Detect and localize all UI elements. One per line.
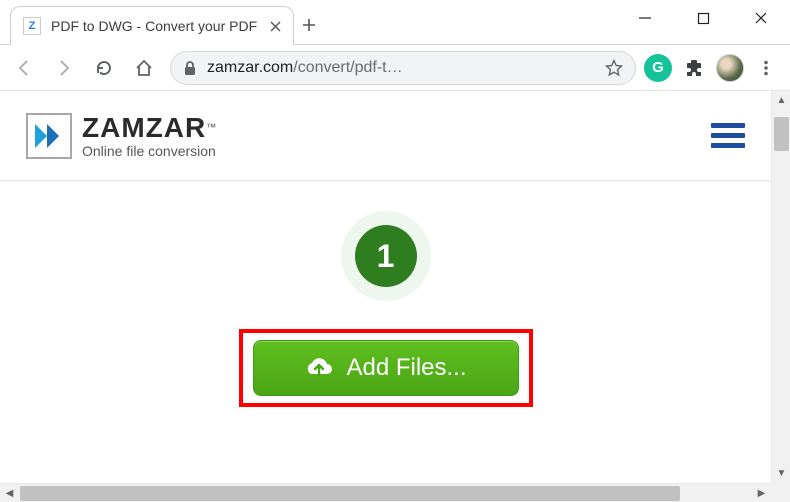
menu-kebab-icon[interactable] <box>748 50 784 86</box>
titlebar: Z PDF to DWG - Convert your PDF <box>0 0 790 45</box>
window-controls <box>616 0 790 44</box>
site-logo[interactable]: ZAMZAR™ Online file conversion <box>26 113 216 159</box>
tab-title: PDF to DWG - Convert your PDF <box>51 18 257 34</box>
home-button[interactable] <box>126 50 162 86</box>
hamburger-menu-icon[interactable] <box>711 118 745 153</box>
scroll-left-arrow-icon[interactable]: ◀ <box>0 484 19 502</box>
bookmark-star-icon[interactable] <box>605 59 623 77</box>
add-files-button[interactable]: Add Files... <box>253 340 519 396</box>
browser-tab[interactable]: Z PDF to DWG - Convert your PDF <box>10 6 294 45</box>
address-bar: zamzar.com/convert/pdf-t… G <box>0 45 790 91</box>
extension-grammarly-icon[interactable]: G <box>644 54 672 82</box>
logo-text: ZAMZAR <box>82 112 206 143</box>
step-area: 1 Add Files... <box>0 181 771 407</box>
page-content: ZAMZAR™ Online file conversion 1 <box>0 91 771 483</box>
favicon: Z <box>23 17 41 35</box>
viewport: ZAMZAR™ Online file conversion 1 <box>0 91 790 502</box>
logo-mark-icon <box>26 113 72 159</box>
logo-subtitle: Online file conversion <box>82 144 216 158</box>
lock-icon <box>183 60 197 76</box>
new-tab-button[interactable] <box>294 6 324 44</box>
highlight-annotation: Add Files... <box>239 329 533 407</box>
url-text: zamzar.com/convert/pdf-t… <box>207 59 403 77</box>
horizontal-scrollbar[interactable]: ◀ ▶ <box>0 483 771 502</box>
scroll-corner <box>771 483 790 502</box>
profile-avatar[interactable] <box>716 54 744 82</box>
vertical-scroll-thumb[interactable] <box>774 117 789 151</box>
scroll-right-arrow-icon[interactable]: ▶ <box>752 484 771 502</box>
logo-tm: ™ <box>206 122 216 133</box>
scroll-up-arrow-icon[interactable]: ▲ <box>772 91 790 110</box>
site-header: ZAMZAR™ Online file conversion <box>0 91 771 181</box>
close-window-button[interactable] <box>732 0 790 36</box>
upload-cloud-icon <box>304 356 334 380</box>
horizontal-scroll-thumb[interactable] <box>20 486 680 501</box>
step-badge: 1 <box>341 211 431 301</box>
step-number: 1 <box>355 225 417 287</box>
vertical-scrollbar[interactable]: ▲ ▼ <box>771 91 790 483</box>
minimize-button[interactable] <box>616 0 674 36</box>
add-files-label: Add Files... <box>346 354 466 382</box>
omnibox[interactable]: zamzar.com/convert/pdf-t… <box>170 51 636 85</box>
scroll-down-arrow-icon[interactable]: ▼ <box>772 464 790 483</box>
logo-text-block: ZAMZAR™ Online file conversion <box>82 114 216 158</box>
extensions-icon[interactable] <box>676 50 712 86</box>
reload-button[interactable] <box>86 50 122 86</box>
forward-button[interactable] <box>46 50 82 86</box>
tab-close-icon[interactable] <box>267 18 283 34</box>
back-button[interactable] <box>6 50 42 86</box>
maximize-button[interactable] <box>674 0 732 36</box>
